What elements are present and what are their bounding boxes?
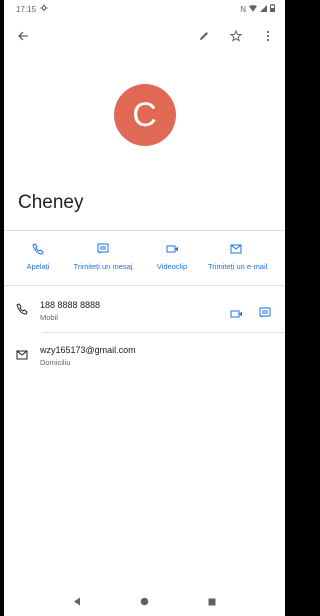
phone-icon <box>32 241 44 257</box>
home-nav-icon[interactable] <box>140 593 149 611</box>
email-label: Trimiteți un e-mail <box>208 262 268 271</box>
back-arrow-icon[interactable] <box>14 27 32 45</box>
email-icon <box>208 241 242 257</box>
message-label: Trimiteți un mesaj <box>73 262 133 271</box>
status-time: 17:15 <box>16 4 37 14</box>
nfc-icon: N <box>240 4 246 14</box>
recents-nav-icon[interactable] <box>208 593 216 611</box>
contact-screen: 17:15 N C Cheney Apelați Trimiteți un me… <box>4 0 285 616</box>
send-message-icon[interactable] <box>259 306 271 324</box>
back-nav-icon[interactable] <box>73 593 81 611</box>
email-action-button[interactable]: Trimiteți un e-mail <box>202 241 278 271</box>
favorite-star-icon[interactable] <box>227 27 245 45</box>
email-icon <box>16 345 40 365</box>
divider <box>4 285 285 286</box>
call-action-button[interactable]: Apelați <box>12 241 64 271</box>
more-options-icon[interactable] <box>259 27 277 45</box>
edit-pencil-icon[interactable] <box>195 27 213 45</box>
email-row[interactable]: wzy165173@gmail.com Domiciliu <box>4 337 285 377</box>
phone-row[interactable]: 188 8888 8888 Mobil <box>4 292 285 332</box>
video-icon <box>166 241 179 257</box>
phone-number: 188 8888 8888 <box>40 300 101 310</box>
message-icon <box>97 241 109 257</box>
message-action-button[interactable]: Trimiteți un mesaj <box>64 241 142 271</box>
status-bar: 17:15 N <box>4 0 285 18</box>
email-address: wzy165173@gmail.com <box>40 345 136 355</box>
top-app-bar <box>4 18 285 54</box>
quick-actions-bar: Apelați Trimiteți un mesaj Videoclip Tri… <box>4 231 285 285</box>
signal-icon <box>260 4 267 14</box>
battery-icon <box>270 4 275 14</box>
video-label: Videoclip <box>156 262 188 271</box>
video-action-button[interactable]: Videoclip <box>142 241 202 271</box>
contact-name: Cheney <box>18 192 84 213</box>
contact-avatar: C <box>113 84 176 146</box>
wifi-icon <box>249 4 257 14</box>
email-type: Domiciliu <box>40 358 71 367</box>
settings-gear-icon <box>40 4 48 14</box>
system-nav-bar <box>4 588 285 616</box>
divider <box>42 332 285 333</box>
phone-type: Mobil <box>40 313 58 322</box>
phone-icon <box>16 300 40 320</box>
video-call-icon[interactable] <box>230 306 243 324</box>
call-label: Apelați <box>26 262 50 271</box>
